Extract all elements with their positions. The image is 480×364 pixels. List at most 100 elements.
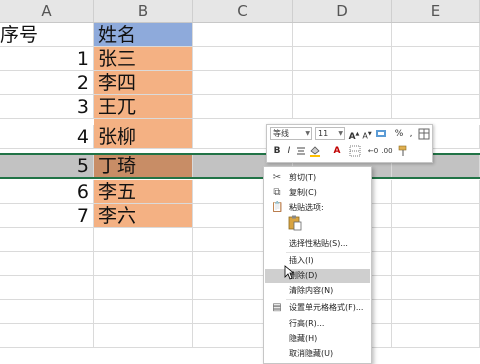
menu-separator [286,299,370,300]
chevron-down-icon: ▼ [338,130,343,137]
menu-item-row-height[interactable]: 行高(R)... [265,317,370,331]
increase-font-button[interactable]: A▲ [348,128,360,142]
font-color-icon: A [333,146,341,156]
comma-icon: , [409,129,413,139]
cell-a4[interactable]: 3 [0,95,94,119]
cell-a12[interactable] [0,300,94,324]
cell-c1[interactable] [193,23,293,47]
cell-a11[interactable] [0,276,94,300]
chevron-down-icon: ▼ [305,130,310,137]
clipboard-icon[interactable] [288,215,302,231]
table-row [0,300,480,324]
number-format-button[interactable] [375,128,387,140]
cell-a6[interactable]: 5 [0,154,94,178]
cell-b2[interactable]: 张三 [94,47,193,71]
menu-item-format-cells[interactable]: ▤ 设置单元格格式(F)... [265,301,370,315]
italic-icon: I [287,146,291,156]
cell-e7[interactable] [392,180,480,204]
copy-icon: ⧉ [273,187,281,198]
percent-icon: % [394,129,404,139]
cell-b7[interactable]: 李五 [94,180,193,204]
percent-button[interactable]: % [393,128,405,140]
cell-d2[interactable] [293,47,392,71]
menu-item-hide[interactable]: 隐藏(H) [265,332,370,346]
menu-item-copy[interactable]: ⧉ 复制(C) [265,186,370,200]
menu-item-paste-special[interactable]: 选择性粘贴(S)... [265,237,370,251]
increase-decimal-button[interactable]: ←0 [367,145,379,157]
menu-item-clear-contents[interactable]: 清除内容(N) [265,284,370,298]
decrease-font-button[interactable]: A▼ [361,128,373,141]
comma-style-button[interactable]: , [405,128,417,140]
cell-d3[interactable] [293,71,392,95]
cell-c4[interactable] [193,95,293,119]
cell-b9[interactable] [94,228,193,252]
font-name-dropdown[interactable]: 等线 ▼ [270,127,312,140]
cell-b5[interactable]: 张柳 [94,125,193,149]
decrease-decimal-icon: .00 [381,147,393,155]
cell-b10[interactable] [94,252,193,276]
cell-e1[interactable] [392,23,480,47]
menu-item-label: 清除内容(N) [289,286,334,295]
table-row: 序号 姓名 [0,23,480,47]
column-header-b[interactable]: B [94,0,193,22]
cell-a7[interactable]: 6 [0,180,94,204]
column-header-c[interactable]: C [193,0,293,22]
format-painter-grid-button[interactable] [418,128,430,140]
table-row: 1 张三 [0,47,480,71]
cell-e13[interactable] [392,324,480,348]
cell-e2[interactable] [392,47,480,71]
cell-a1[interactable]: 序号 [0,23,94,47]
cell-b3[interactable]: 李四 [94,71,193,95]
table-row: 3 王兀 [0,95,480,119]
align-center-icon [297,147,305,155]
cell-a5[interactable]: 4 [0,125,94,149]
column-header-e[interactable]: E [392,0,480,22]
cell-b13[interactable] [94,324,193,348]
cell-c2[interactable] [193,47,293,71]
font-size-dropdown[interactable]: 11 ▼ [315,127,345,140]
cell-a9[interactable] [0,228,94,252]
cell-b4[interactable]: 王兀 [94,95,193,119]
decrease-decimal-button[interactable]: .00 [381,145,393,157]
borders-button[interactable] [349,145,361,157]
menu-item-unhide[interactable]: 取消隐藏(U) [265,347,370,361]
menu-item-cut[interactable]: ✂ 剪切(T) [265,171,370,185]
bold-button[interactable]: B [271,145,283,157]
align-center-button[interactable] [295,145,307,157]
cell-c3[interactable] [193,71,293,95]
font-color-button[interactable]: A [331,145,343,157]
table-row: 7 李六 [0,204,480,228]
cell-e3[interactable] [392,71,480,95]
cell-a10[interactable] [0,252,94,276]
cell-b8[interactable]: 李六 [94,204,193,228]
italic-button[interactable]: I [283,145,295,157]
cell-b1[interactable]: 姓名 [94,23,193,47]
cell-a3[interactable]: 2 [0,71,94,95]
cell-d1[interactable] [293,23,392,47]
menu-item-delete[interactable]: 删除(D) [265,269,370,283]
column-header-a[interactable]: A [0,0,94,22]
cell-e11[interactable] [392,276,480,300]
cell-a2[interactable]: 1 [0,47,94,71]
menu-item-insert[interactable]: 插入(I) [265,254,370,268]
menu-item-label: 插入(I) [289,256,314,265]
cell-d4[interactable] [293,95,392,119]
column-header-d[interactable]: D [293,0,392,22]
menu-item-label: 选择性粘贴(S)... [289,239,348,248]
cell-b6[interactable]: 丁琦 [94,154,193,178]
cell-a13[interactable] [0,324,94,348]
borders-icon [349,145,361,157]
cell-e4[interactable] [392,95,480,119]
paste-icon: 📋 [271,202,284,213]
menu-item-label: 剪切(T) [289,173,317,182]
fill-color-button[interactable] [309,145,321,157]
cell-b12[interactable] [94,300,193,324]
cell-e10[interactable] [392,252,480,276]
cell-e12[interactable] [392,300,480,324]
format-painter-button[interactable] [397,145,409,157]
cell-e9[interactable] [392,228,480,252]
cell-e8[interactable] [392,204,480,228]
cell-b11[interactable] [94,276,193,300]
cell-a8[interactable]: 7 [0,204,94,228]
format-painter-icon [398,145,407,156]
